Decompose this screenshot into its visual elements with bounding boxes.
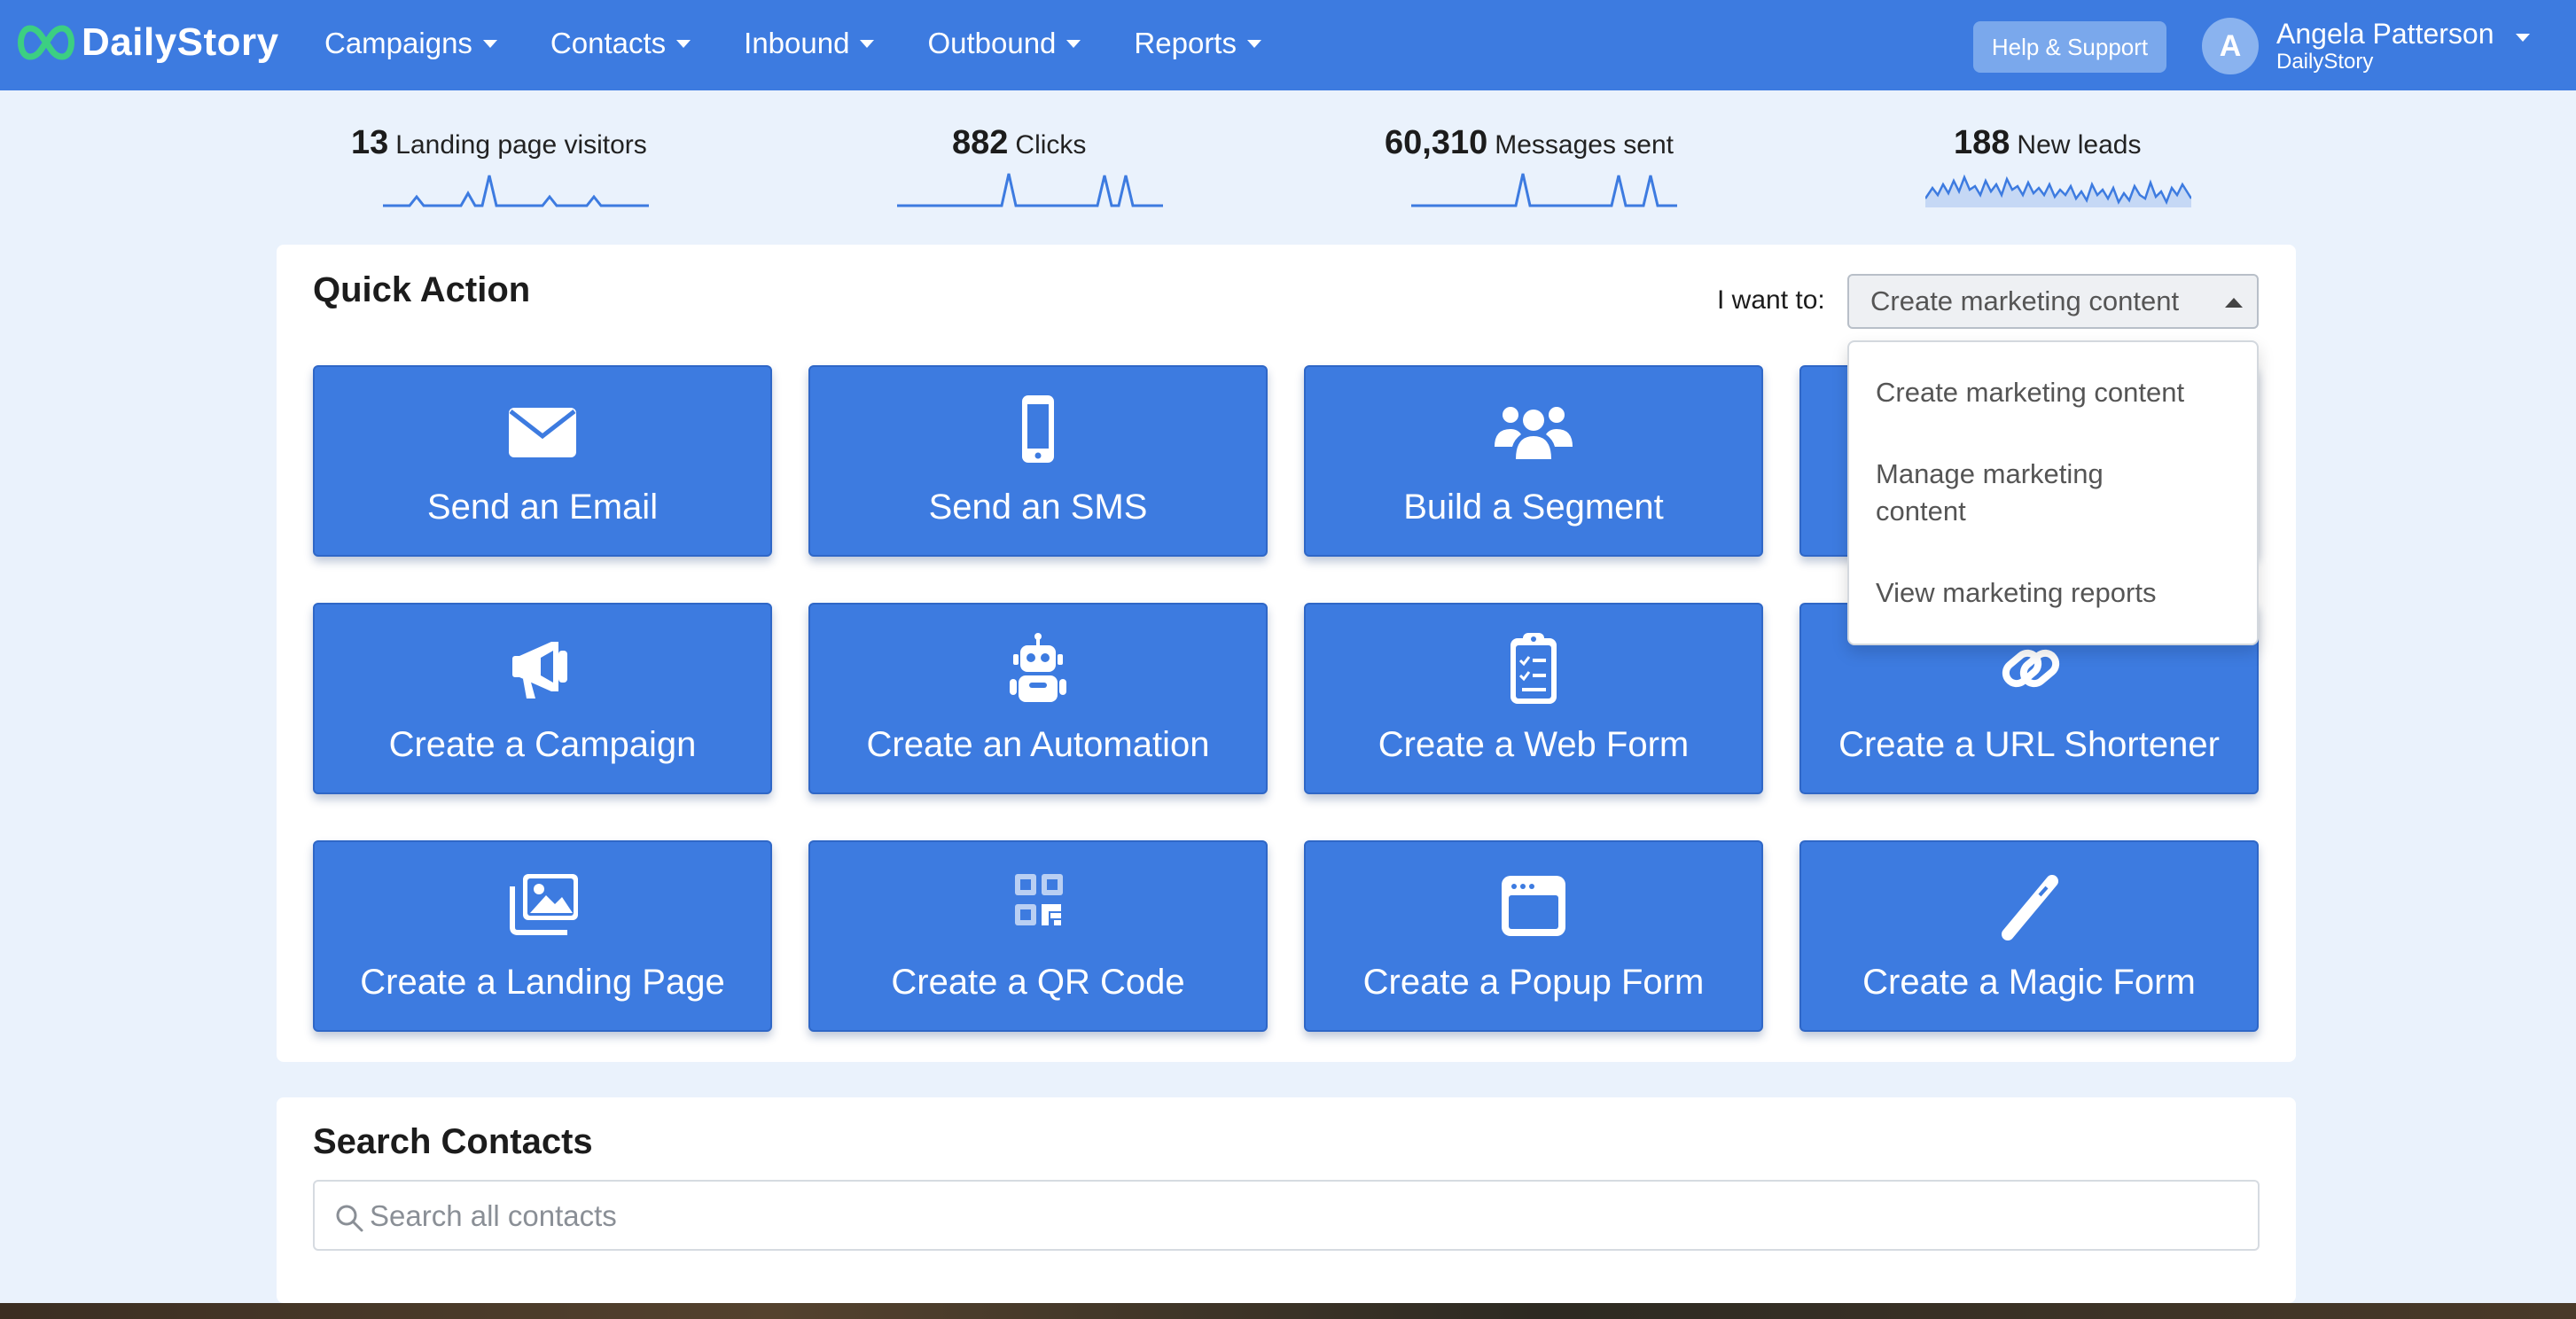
nav-outbound[interactable]: Outbound [927, 27, 1081, 60]
users-group-icon [1495, 407, 1573, 459]
action-label: Send an SMS [928, 488, 1148, 527]
search-icon [336, 1205, 363, 1232]
browser-window-icon [1502, 876, 1565, 936]
action-label: Create a Landing Page [360, 963, 725, 1002]
sparkline-landing-visitors [383, 175, 649, 207]
i-want-to-label: I want to: [1717, 285, 1825, 315]
user-organization: DailyStory [2276, 50, 2374, 74]
stat-value: 188 [1954, 124, 2010, 161]
create-popup-form-button[interactable]: Create a Popup Form [1304, 840, 1763, 1032]
stat-label: Landing page visitors [395, 130, 647, 160]
action-label: Create a Popup Form [1362, 963, 1705, 1002]
menu-item-manage-marketing-content[interactable]: Manage marketing content [1876, 456, 2142, 530]
menu-item-view-marketing-reports[interactable]: View marketing reports [1876, 574, 2248, 612]
nav-inbound-label: Inbound [744, 27, 850, 59]
megaphone-icon [512, 642, 567, 699]
chevron-down-icon [1066, 39, 1081, 48]
i-want-to-dropdown-menu: Create marketing content Manage marketin… [1847, 340, 2259, 645]
build-segment-button[interactable]: Build a Segment [1304, 365, 1763, 557]
stat-value: 60,310 [1385, 124, 1488, 161]
nav-contacts[interactable]: Contacts [550, 27, 691, 60]
chevron-down-icon [482, 39, 497, 48]
selected-option: Create marketing content [1870, 285, 2180, 316]
nav-campaigns-label: Campaigns [324, 27, 472, 59]
action-label: Create a URL Shortener [1838, 725, 2220, 764]
infinity-logo-icon [18, 25, 74, 60]
mobile-phone-icon [1022, 395, 1054, 463]
nav-inbound[interactable]: Inbound [744, 27, 875, 60]
create-web-form-button[interactable]: Create a Web Form [1304, 603, 1763, 794]
qr-code-icon [1015, 874, 1063, 925]
create-campaign-button[interactable]: Create a Campaign [313, 603, 772, 794]
chevron-down-icon [676, 39, 691, 48]
create-automation-button[interactable]: Create an Automation [808, 603, 1268, 794]
nav-campaigns[interactable]: Campaigns [324, 27, 497, 60]
sparkline-messages-sent [1411, 173, 1677, 207]
brand-name: DailyStory [82, 20, 279, 64]
create-qr-code-button[interactable]: Create a QR Code [808, 840, 1268, 1032]
chevron-down-icon [860, 39, 875, 48]
clipboard-checklist-icon [1510, 633, 1557, 704]
stat-value: 882 [952, 124, 1009, 161]
magic-wand-icon [2002, 875, 2058, 940]
menu-item-create-marketing-content[interactable]: Create marketing content [1876, 374, 2248, 411]
create-landing-page-button[interactable]: Create a Landing Page [313, 840, 772, 1032]
main-nav: Campaigns Contacts Inbound Outbound Repo… [324, 27, 1315, 60]
i-want-to-select[interactable]: Create marketing content [1847, 274, 2259, 329]
action-label: Send an Email [426, 488, 659, 527]
stat-landing-page-visitors: 13 Landing page visitors [351, 124, 647, 162]
stat-messages-sent: 60,310 Messages sent [1385, 124, 1674, 162]
chevron-down-icon[interactable] [2516, 34, 2530, 42]
search-box[interactable] [313, 1180, 2260, 1251]
help-support-button[interactable]: Help & Support [1973, 21, 2166, 73]
action-label: Create a Magic Form [1862, 963, 2196, 1002]
send-sms-button[interactable]: Send an SMS [808, 365, 1268, 557]
dailystory-logo[interactable]: DailyStory [12, 16, 279, 69]
images-icon [510, 874, 578, 935]
create-magic-form-button[interactable]: Create a Magic Form [1799, 840, 2259, 1032]
action-label: Create an Automation [866, 725, 1210, 764]
nav-outbound-label: Outbound [927, 27, 1057, 59]
stat-clicks: 882 Clicks [952, 124, 1086, 162]
nav-contacts-label: Contacts [550, 27, 667, 59]
stat-value: 13 [351, 124, 389, 161]
sparkline-new-leads [1925, 174, 2191, 207]
robot-icon [1010, 633, 1066, 702]
quick-action-title: Quick Action [313, 270, 531, 309]
top-navigation-bar: DailyStory Campaigns Contacts Inbound Ou… [0, 0, 2576, 90]
action-label: Create a Campaign [388, 725, 697, 764]
user-name[interactable]: Angela Patterson [2276, 18, 2494, 51]
action-label: Create a Web Form [1378, 725, 1690, 764]
action-label: Build a Segment [1403, 488, 1664, 527]
chevron-down-icon [1246, 39, 1261, 48]
stat-label: Clicks [1015, 130, 1087, 160]
search-contacts-input[interactable] [370, 1194, 2231, 1238]
nav-reports-label: Reports [1134, 27, 1237, 59]
action-label: Create a QR Code [891, 963, 1185, 1002]
chevron-up-icon [2225, 298, 2243, 308]
envelope-icon [509, 408, 576, 457]
stat-label: New leads [2017, 130, 2142, 160]
stat-label: Messages sent [1495, 130, 1674, 160]
stat-new-leads: 188 New leads [1954, 124, 2141, 162]
nav-reports[interactable]: Reports [1134, 27, 1261, 60]
desktop-background-strip [0, 1303, 2576, 1319]
avatar[interactable]: A [2202, 18, 2259, 74]
send-email-button[interactable]: Send an Email [313, 365, 772, 557]
sparkline-clicks [897, 173, 1163, 207]
search-contacts-title: Search Contacts [313, 1122, 593, 1161]
